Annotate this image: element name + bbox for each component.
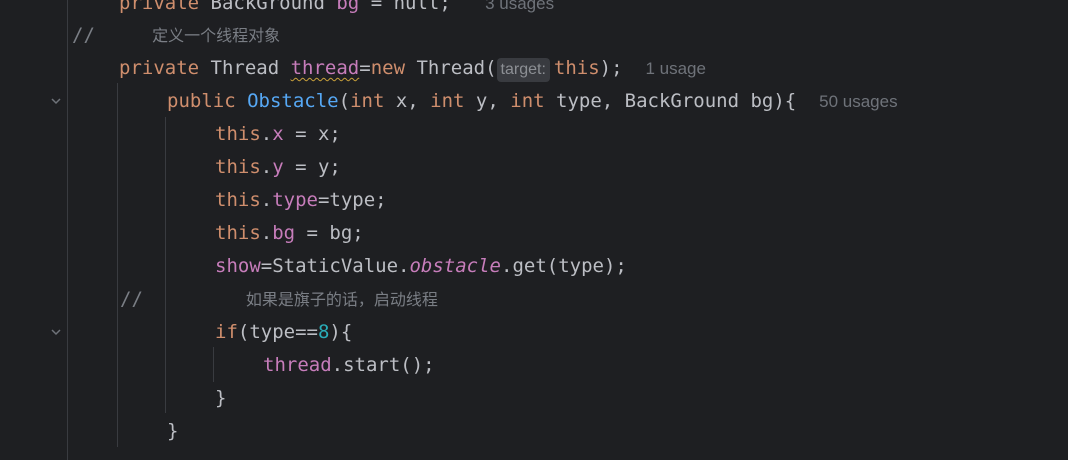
keyword: this xyxy=(215,222,261,244)
code-text: type, BackGround bg){ xyxy=(544,90,797,112)
keyword: int xyxy=(510,90,545,112)
code-text: . xyxy=(260,123,273,145)
indent-guide xyxy=(117,83,118,447)
code-text: = y; xyxy=(283,156,341,178)
indent-guide xyxy=(213,347,214,382)
code-text: . xyxy=(260,156,273,178)
comment-text: 定义一个线程对象 xyxy=(152,26,281,45)
keyword: int xyxy=(350,90,385,112)
code-line[interactable]: thread.start(); xyxy=(263,349,435,382)
field-name: bg xyxy=(272,222,296,244)
keyword: this xyxy=(553,57,600,79)
code-line[interactable]: show=StaticValue.obstacle.get(type); xyxy=(215,250,627,283)
code-text: . xyxy=(260,222,273,244)
keyword: new xyxy=(370,57,406,79)
code-line[interactable]: // 如果是旗子的话，启动线程 xyxy=(120,283,438,316)
code-text: ){ xyxy=(329,321,353,343)
keyword: this xyxy=(215,189,261,211)
field-name: type xyxy=(272,189,318,211)
code-text: . xyxy=(260,189,273,211)
usage-hint[interactable]: 1 usage xyxy=(645,59,706,78)
field-name: thread xyxy=(290,57,360,79)
code-text: (type== xyxy=(237,321,318,343)
keyword: this xyxy=(215,156,261,178)
comment-slashes: // xyxy=(120,288,143,310)
keyword: this xyxy=(215,123,261,145)
static-field-name: obstacle xyxy=(409,255,501,277)
closing-brace: } xyxy=(215,387,227,409)
code-text: ); xyxy=(599,57,623,79)
code-text: = x; xyxy=(283,123,341,145)
chevron-down-icon[interactable] xyxy=(50,95,62,107)
code-line[interactable]: private BackGround bg = null; 3 usages xyxy=(119,0,554,20)
code-text: =type; xyxy=(317,189,387,211)
field-name: x xyxy=(272,123,284,145)
code-line[interactable]: this.x = x; xyxy=(215,118,341,151)
chevron-down-icon[interactable] xyxy=(50,326,62,338)
field-name: show xyxy=(215,255,261,277)
code-text: x, xyxy=(384,90,431,112)
keyword: int xyxy=(430,90,465,112)
code-text: = null; xyxy=(359,0,451,14)
comment-text: 如果是旗子的话，启动线程 xyxy=(245,290,438,309)
code-line[interactable]: // 定义一个线程对象 xyxy=(72,19,280,52)
keyword: public xyxy=(167,90,236,112)
code-line[interactable]: this.bg = bg; xyxy=(215,217,364,250)
code-line[interactable]: this.type=type; xyxy=(215,184,387,217)
usage-hint[interactable]: 3 usages xyxy=(485,0,554,13)
code-line[interactable]: } xyxy=(215,382,226,415)
field-name: bg xyxy=(324,0,360,14)
code-text: .start(); xyxy=(331,354,435,376)
code-editor[interactable]: private BackGround bg = null; 3 usages /… xyxy=(0,0,1068,460)
code-line[interactable]: public Obstacle(int x, int y, int type, … xyxy=(167,85,898,118)
type-name: Thread xyxy=(199,57,291,79)
comment-slashes: // xyxy=(72,24,95,46)
keyword: private xyxy=(119,0,200,14)
closing-brace: } xyxy=(167,420,179,442)
code-text: y, xyxy=(464,90,511,112)
type-name: BackGround xyxy=(199,0,325,14)
code-line[interactable]: } xyxy=(167,415,178,448)
code-text: .get(type); xyxy=(501,255,627,277)
code-text: = bg; xyxy=(295,222,364,244)
code-line[interactable]: if(type==8){ xyxy=(215,316,352,349)
indent-guide xyxy=(165,117,166,413)
code-line[interactable]: this.y = y; xyxy=(215,151,341,184)
code-text: Thread( xyxy=(405,57,497,79)
gutter-divider xyxy=(67,0,68,460)
keyword: if xyxy=(215,321,238,343)
field-name: y xyxy=(272,156,284,178)
usage-hint[interactable]: 50 usages xyxy=(819,92,897,111)
method-name: Obstacle xyxy=(247,90,339,112)
keyword: private xyxy=(119,57,200,79)
code-text: ( xyxy=(338,90,351,112)
code-text: = xyxy=(359,57,371,79)
parameter-hint: target: xyxy=(496,58,550,82)
number-literal: 8 xyxy=(317,321,330,343)
code-line[interactable]: private Thread thread=new Thread(target:… xyxy=(119,52,706,85)
code-text: =StaticValue. xyxy=(260,255,410,277)
field-name: thread xyxy=(263,354,332,376)
